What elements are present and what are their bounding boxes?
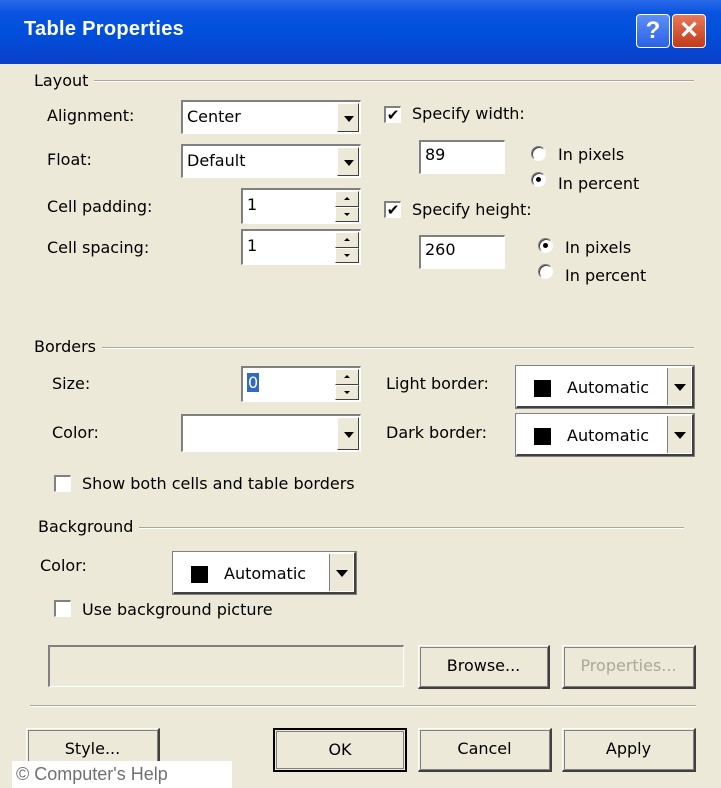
width-percent-label: In percent	[558, 174, 640, 193]
light-border-value: Automatic	[567, 378, 650, 397]
spinner[interactable]	[335, 369, 359, 400]
spin-up-icon[interactable]	[335, 191, 359, 207]
spinner[interactable]	[335, 191, 359, 222]
cell-padding-value: 1	[247, 195, 258, 214]
cancel-button[interactable]: Cancel	[418, 728, 552, 772]
background-group-label: Background	[38, 517, 140, 536]
height-pixels-radio[interactable]	[538, 238, 553, 253]
border-size-value: 0	[247, 373, 260, 392]
borders-group-label: Borders	[34, 337, 102, 356]
height-input[interactable]: 260	[419, 235, 505, 269]
watermark: © Computer's Help	[12, 761, 232, 788]
height-percent-radio[interactable]	[538, 264, 553, 279]
width-input[interactable]: 89	[419, 140, 505, 174]
background-color-label: Color:	[40, 556, 87, 575]
width-pixels-radio[interactable]	[531, 146, 546, 161]
spin-down-icon[interactable]	[335, 206, 359, 222]
alignment-select[interactable]: Center	[181, 100, 361, 134]
borders-divider	[40, 347, 694, 349]
spin-up-icon[interactable]	[335, 369, 359, 385]
float-select[interactable]: Default	[181, 144, 361, 178]
background-color-picker[interactable]: Automatic	[172, 551, 357, 595]
height-pixels-label: In pixels	[565, 238, 632, 257]
chevron-down-icon[interactable]	[337, 417, 359, 450]
specify-height-checkbox[interactable]: ✔	[384, 201, 401, 218]
footer-divider	[30, 705, 696, 707]
cell-spacing-label: Cell spacing:	[47, 238, 150, 257]
specify-width-label: Specify width:	[412, 104, 525, 123]
cell-spacing-value: 1	[247, 236, 258, 255]
layout-divider	[40, 80, 694, 82]
light-border-picker[interactable]: Automatic	[515, 365, 695, 409]
ok-button[interactable]: OK	[273, 728, 407, 772]
apply-button[interactable]: Apply	[562, 728, 696, 772]
width-percent-radio[interactable]	[531, 172, 546, 187]
background-color-value: Automatic	[224, 564, 307, 583]
show-both-borders-label: Show both cells and table borders	[82, 474, 355, 493]
dark-border-value: Automatic	[567, 426, 650, 445]
chevron-down-icon[interactable]	[337, 103, 359, 132]
dark-border-picker[interactable]: Automatic	[515, 413, 695, 457]
color-swatch	[534, 380, 551, 397]
dark-border-label: Dark border:	[386, 423, 487, 442]
height-percent-label: In percent	[565, 266, 647, 285]
alignment-value: Center	[187, 107, 241, 126]
alignment-label: Alignment:	[47, 106, 135, 125]
specify-height-label: Specify height:	[412, 200, 532, 219]
border-color-label: Color:	[52, 423, 99, 442]
close-icon[interactable]: ✕	[672, 14, 706, 48]
help-icon[interactable]: ?	[636, 14, 670, 48]
float-label: Float:	[47, 150, 92, 169]
border-size-stepper[interactable]: 0	[241, 366, 361, 402]
use-background-picture-checkbox[interactable]	[54, 600, 71, 617]
show-both-borders-checkbox[interactable]	[54, 475, 71, 492]
chevron-down-icon[interactable]	[667, 416, 691, 453]
specify-width-checkbox[interactable]: ✔	[384, 106, 401, 123]
light-border-label: Light border:	[386, 374, 489, 393]
browse-button[interactable]: Browse...	[418, 645, 550, 689]
background-picture-path-input[interactable]	[48, 645, 404, 687]
chevron-down-icon[interactable]	[667, 368, 691, 405]
spin-up-icon[interactable]	[335, 232, 359, 248]
border-size-label: Size:	[52, 374, 91, 393]
cell-padding-stepper[interactable]: 1	[241, 188, 361, 224]
title-bar[interactable]: Table Properties ? ✕	[0, 0, 721, 64]
use-background-picture-label: Use background picture	[82, 600, 273, 619]
spin-down-icon[interactable]	[335, 247, 359, 263]
color-swatch	[191, 566, 208, 583]
border-color-select[interactable]	[181, 414, 361, 452]
window-title: Table Properties	[24, 18, 185, 40]
color-swatch	[534, 428, 551, 445]
properties-button[interactable]: Properties...	[562, 645, 696, 689]
chevron-down-icon[interactable]	[329, 554, 353, 591]
cell-spacing-stepper[interactable]: 1	[241, 229, 361, 265]
cell-padding-label: Cell padding:	[47, 197, 153, 216]
layout-group-label: Layout	[34, 71, 95, 90]
spin-down-icon[interactable]	[335, 384, 359, 400]
float-value: Default	[187, 151, 246, 170]
width-pixels-label: In pixels	[558, 145, 625, 164]
spinner[interactable]	[335, 232, 359, 263]
chevron-down-icon[interactable]	[337, 147, 359, 176]
